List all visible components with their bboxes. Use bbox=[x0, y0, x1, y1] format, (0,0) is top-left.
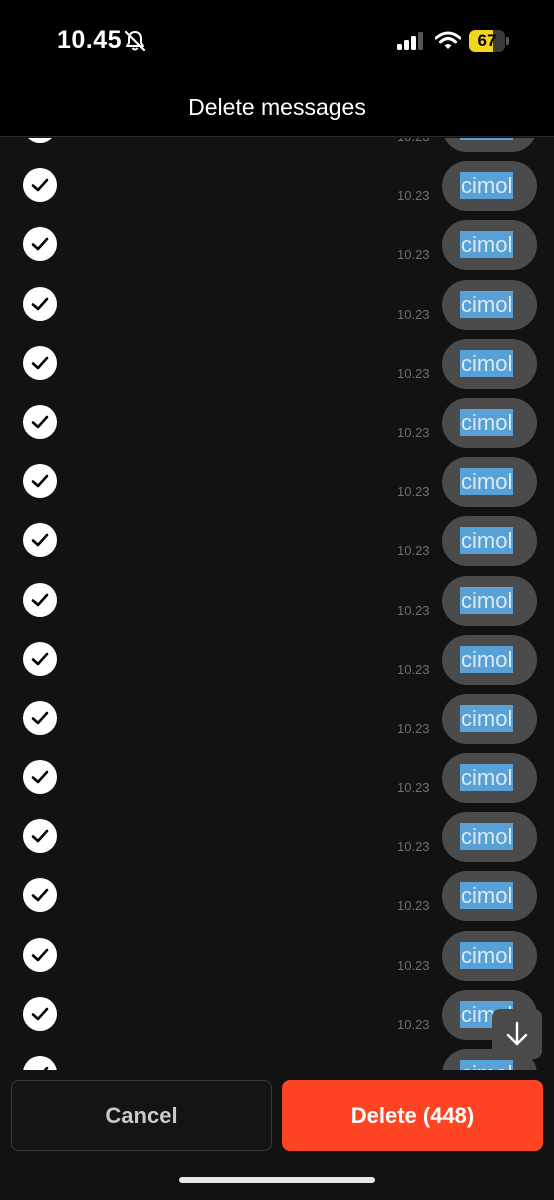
checkmark-icon[interactable] bbox=[23, 996, 57, 1031]
message-row[interactable]: 10.23 cimol bbox=[0, 747, 554, 806]
arrow-down-icon bbox=[506, 1021, 528, 1046]
checkmark-icon[interactable] bbox=[23, 641, 57, 676]
checkmark-icon[interactable] bbox=[23, 227, 57, 262]
message-row[interactable]: 10.23 cimol bbox=[0, 214, 554, 273]
checkmark-icon[interactable] bbox=[23, 819, 57, 854]
message-bubble[interactable]: cimol bbox=[442, 930, 537, 981]
message-text: cimol bbox=[460, 1060, 514, 1070]
message-bubble[interactable]: cimol bbox=[442, 693, 537, 744]
checkmark-icon[interactable] bbox=[23, 168, 57, 203]
message-time: 10.23 bbox=[397, 306, 430, 322]
message-bubble[interactable]: cimol bbox=[442, 161, 537, 212]
message-text: cimol bbox=[460, 645, 514, 673]
action-footer: Cancel Delete (448) bbox=[0, 1070, 554, 1200]
cancel-button[interactable]: Cancel bbox=[11, 1080, 272, 1151]
message-text: cimol bbox=[460, 527, 514, 555]
battery-percent: 67 bbox=[477, 31, 497, 50]
checkmark-icon[interactable] bbox=[23, 1056, 57, 1070]
message-text: cimol bbox=[460, 941, 514, 969]
page-title: Delete messages bbox=[188, 94, 366, 120]
message-text: cimol bbox=[460, 704, 514, 732]
message-bubble[interactable]: cimol bbox=[442, 634, 537, 685]
message-text: cimol bbox=[460, 349, 514, 377]
message-row[interactable]: 10.23 cimol bbox=[0, 510, 554, 569]
message-bubble[interactable]: cimol bbox=[442, 812, 537, 863]
message-time: 10.23 bbox=[397, 247, 430, 263]
scroll-to-bottom-button[interactable] bbox=[492, 1009, 542, 1059]
message-text: cimol bbox=[460, 823, 514, 851]
message-list[interactable]: 10.23 cimol 10.23 cimol 10.23 cimol 10.23 cimol… bbox=[0, 138, 554, 1070]
message-text: cimol bbox=[460, 764, 514, 792]
message-time: 10.23 bbox=[397, 1016, 430, 1032]
checkmark-icon[interactable] bbox=[23, 878, 57, 913]
message-bubble[interactable]: cimol bbox=[442, 753, 537, 804]
checkmark-icon[interactable] bbox=[23, 404, 57, 439]
message-time: 10.23 bbox=[397, 188, 430, 204]
message-row[interactable]: 10.23 cimol bbox=[0, 274, 554, 333]
bell-muted-icon bbox=[124, 30, 146, 52]
message-time: 10.23 bbox=[397, 365, 430, 381]
message-bubble[interactable]: cimol bbox=[442, 338, 537, 389]
message-time: 10.23 bbox=[397, 720, 430, 736]
message-row[interactable]: 10.23 cimol bbox=[0, 806, 554, 865]
message-time: 10.23 bbox=[397, 780, 430, 796]
message-time: 10.23 bbox=[397, 424, 430, 440]
checkmark-icon[interactable] bbox=[23, 760, 57, 795]
message-time: 10.23 bbox=[397, 602, 430, 618]
message-bubble[interactable]: cimol bbox=[442, 397, 537, 448]
checkmark-icon[interactable] bbox=[23, 523, 57, 558]
message-text: cimol bbox=[460, 408, 514, 436]
delete-button[interactable]: Delete (448) bbox=[282, 1080, 543, 1151]
message-time: 10.23 bbox=[397, 957, 430, 973]
message-bubble[interactable]: cimol bbox=[442, 871, 537, 922]
status-time: 10.45 bbox=[57, 26, 123, 54]
signal-icon bbox=[396, 32, 426, 52]
message-text: cimol bbox=[460, 882, 514, 910]
message-row[interactable]: 10.23cimol bbox=[0, 984, 554, 1043]
message-time: 10.23 bbox=[397, 138, 430, 144]
message-row[interactable]: 10.23 cimol bbox=[0, 570, 554, 629]
home-indicator[interactable] bbox=[179, 1177, 375, 1183]
checkmark-icon[interactable] bbox=[23, 464, 57, 499]
message-bubble[interactable]: cimol bbox=[442, 575, 537, 626]
message-row[interactable]: 10.23 cimol bbox=[0, 688, 554, 747]
message-time: 10.23 bbox=[397, 661, 430, 677]
message-row[interactable]: 10.23 cimol bbox=[0, 155, 554, 214]
message-time: 10.23 bbox=[397, 898, 430, 914]
message-text: cimol bbox=[460, 586, 514, 614]
checkmark-icon[interactable] bbox=[23, 345, 57, 380]
message-time: 10.23 bbox=[397, 484, 430, 500]
message-text: cimol bbox=[460, 468, 514, 496]
message-row[interactable]: 10.23 cimol bbox=[0, 629, 554, 688]
message-text: cimol bbox=[460, 231, 514, 259]
checkmark-icon[interactable] bbox=[23, 138, 57, 143]
checkmark-icon[interactable] bbox=[23, 700, 57, 735]
status-bar: 10.45 67 bbox=[0, 0, 554, 84]
message-row[interactable]: 10.23 cimol bbox=[0, 925, 554, 984]
message-row[interactable]: 10.23 cimol bbox=[0, 392, 554, 451]
header: Delete messages bbox=[0, 84, 554, 137]
message-bubble[interactable]: cimol bbox=[442, 220, 537, 271]
message-time: 10.23 bbox=[397, 543, 430, 559]
message-row[interactable]: 10.23 cimol bbox=[0, 451, 554, 510]
message-row[interactable]: 10.23cimol bbox=[0, 1043, 554, 1070]
message-row[interactable]: 10.23 cimol bbox=[0, 138, 554, 155]
wifi-icon bbox=[434, 31, 462, 51]
battery-icon: 67 bbox=[469, 30, 509, 52]
message-row[interactable]: 10.23 cimol bbox=[0, 865, 554, 924]
checkmark-icon[interactable] bbox=[23, 286, 57, 321]
message-bubble[interactable]: cimol bbox=[442, 457, 537, 508]
message-row[interactable]: 10.23 cimol bbox=[0, 333, 554, 392]
checkmark-icon[interactable] bbox=[23, 937, 57, 972]
checkmark-icon[interactable] bbox=[23, 582, 57, 617]
message-bubble[interactable]: cimol bbox=[442, 516, 537, 567]
message-text: cimol bbox=[460, 172, 514, 200]
message-time: 10.23 bbox=[397, 839, 430, 855]
message-text: cimol bbox=[460, 138, 514, 140]
message-bubble[interactable]: cimol bbox=[442, 138, 537, 152]
message-bubble[interactable]: cimol bbox=[442, 279, 537, 330]
message-text: cimol bbox=[460, 290, 514, 318]
